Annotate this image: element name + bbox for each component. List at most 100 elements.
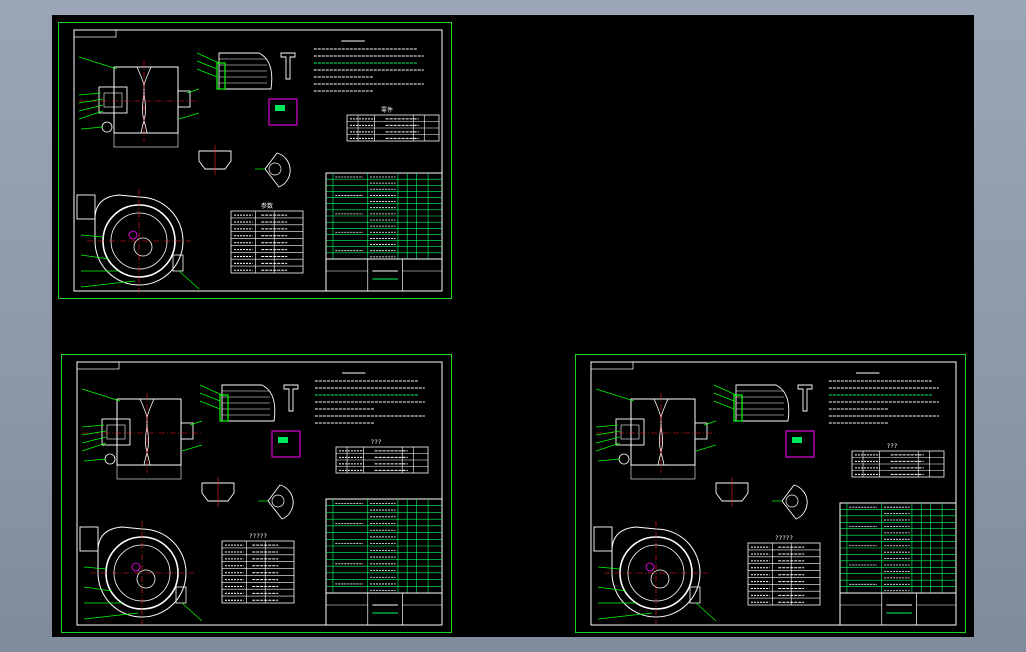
fan-hub	[271, 494, 285, 508]
key-detail	[268, 98, 298, 126]
leader-line	[713, 384, 737, 396]
volute-view	[76, 189, 200, 293]
spec-table-grid	[221, 540, 295, 604]
title-block	[839, 502, 957, 626]
leader-line	[199, 400, 221, 410]
drawing-canvas[interactable]: 零件参数 ???????? ????????	[52, 15, 974, 637]
drain-plug	[618, 453, 630, 465]
foot-bracket	[689, 586, 701, 604]
leader-line	[181, 444, 203, 452]
leader-line	[713, 392, 735, 402]
leader-line	[80, 254, 110, 260]
inlet-bore	[620, 424, 640, 440]
leader-line	[83, 612, 139, 620]
shaft-hole	[645, 562, 655, 572]
leader-line	[178, 270, 200, 290]
inlet-flange	[101, 418, 131, 446]
parts-table-grid	[851, 450, 945, 478]
spec-table-grid	[747, 542, 821, 606]
seal-ring	[216, 62, 226, 90]
seal-ring	[219, 394, 229, 422]
leader-line	[80, 126, 104, 130]
outlet-nozzle	[79, 526, 99, 552]
drain-plug	[101, 121, 113, 133]
impeller-profile	[143, 398, 155, 466]
leader-line	[597, 612, 653, 620]
shaft-hole	[128, 230, 138, 240]
leader-line	[695, 602, 717, 622]
leader-line	[597, 458, 621, 462]
volute-view	[79, 521, 203, 625]
seal-ring	[733, 394, 743, 422]
parts-table: ???	[335, 439, 429, 474]
sheet-label-box	[590, 361, 634, 370]
impeller-profile	[140, 66, 152, 134]
inlet-flange	[98, 86, 128, 114]
technical-notes	[828, 372, 939, 424]
detail-views	[196, 52, 298, 188]
leader-line	[595, 424, 619, 428]
parts-table-title: ???	[887, 443, 898, 450]
detail-views	[199, 384, 301, 520]
shaft-detail	[280, 52, 296, 80]
leader-line	[196, 60, 218, 70]
spec-table: 参数	[230, 202, 304, 274]
inner-border	[73, 29, 443, 292]
spec-table-title: ?????	[249, 533, 267, 540]
inlet-bore	[103, 92, 123, 108]
spec-table-title: 参数	[261, 202, 273, 210]
parts-table: 零件	[346, 106, 440, 142]
base-dimension	[113, 132, 179, 148]
leader-line	[595, 442, 621, 452]
bom-frame	[325, 498, 443, 626]
spec-table: ?????	[221, 533, 295, 604]
drawing-sheet-bottom-left[interactable]: ????????	[61, 354, 452, 633]
drawing-sheet-top-left[interactable]: 零件参数	[58, 22, 452, 299]
outlet-nozzle	[76, 194, 96, 220]
leader-line	[695, 444, 717, 452]
leader-line	[81, 388, 121, 402]
parts-table-grid	[346, 114, 440, 142]
fan-hub	[785, 494, 799, 508]
spec-table: ?????	[747, 535, 821, 606]
housing-outline	[113, 66, 179, 134]
leader-line	[713, 400, 735, 410]
sheet-graphics: 零件参数	[73, 29, 443, 293]
drain-plug	[104, 453, 116, 465]
leader-line	[83, 566, 107, 570]
base-dimension	[116, 464, 182, 480]
sheet-content: 零件参数	[73, 29, 443, 293]
shaft-end	[177, 90, 191, 108]
inlet-flange	[615, 418, 645, 446]
foot-bracket	[175, 586, 187, 604]
base-dimension	[630, 464, 696, 480]
housing-outline	[116, 398, 182, 466]
leader-line	[199, 392, 221, 402]
shaft-detail	[283, 384, 299, 412]
impeller-profile	[136, 66, 148, 134]
parts-table: ???	[851, 443, 945, 478]
impeller-profile	[653, 398, 665, 466]
inner-border	[76, 361, 443, 626]
drawing-sheet-bottom-right[interactable]: ????????	[575, 354, 966, 633]
inner-border	[590, 361, 957, 626]
key-slot	[275, 105, 285, 111]
leader-line	[78, 92, 102, 96]
impeller-profile	[657, 398, 669, 466]
outlet-nozzle	[593, 526, 613, 552]
spec-table-grid	[230, 210, 304, 274]
section-view	[81, 388, 203, 480]
technical-notes	[314, 372, 425, 424]
spec-table-title: ?????	[775, 535, 793, 542]
shaft-end	[180, 422, 194, 440]
leader-line	[595, 388, 635, 402]
inlet-bore	[106, 424, 126, 440]
shaft-end	[694, 422, 708, 440]
volute-view	[593, 521, 717, 625]
key-slot	[278, 437, 288, 443]
leader-line	[597, 586, 627, 592]
key-slot	[792, 437, 802, 443]
leader-line	[83, 458, 107, 462]
parts-table-title: ???	[371, 439, 382, 446]
section-view	[595, 388, 717, 480]
